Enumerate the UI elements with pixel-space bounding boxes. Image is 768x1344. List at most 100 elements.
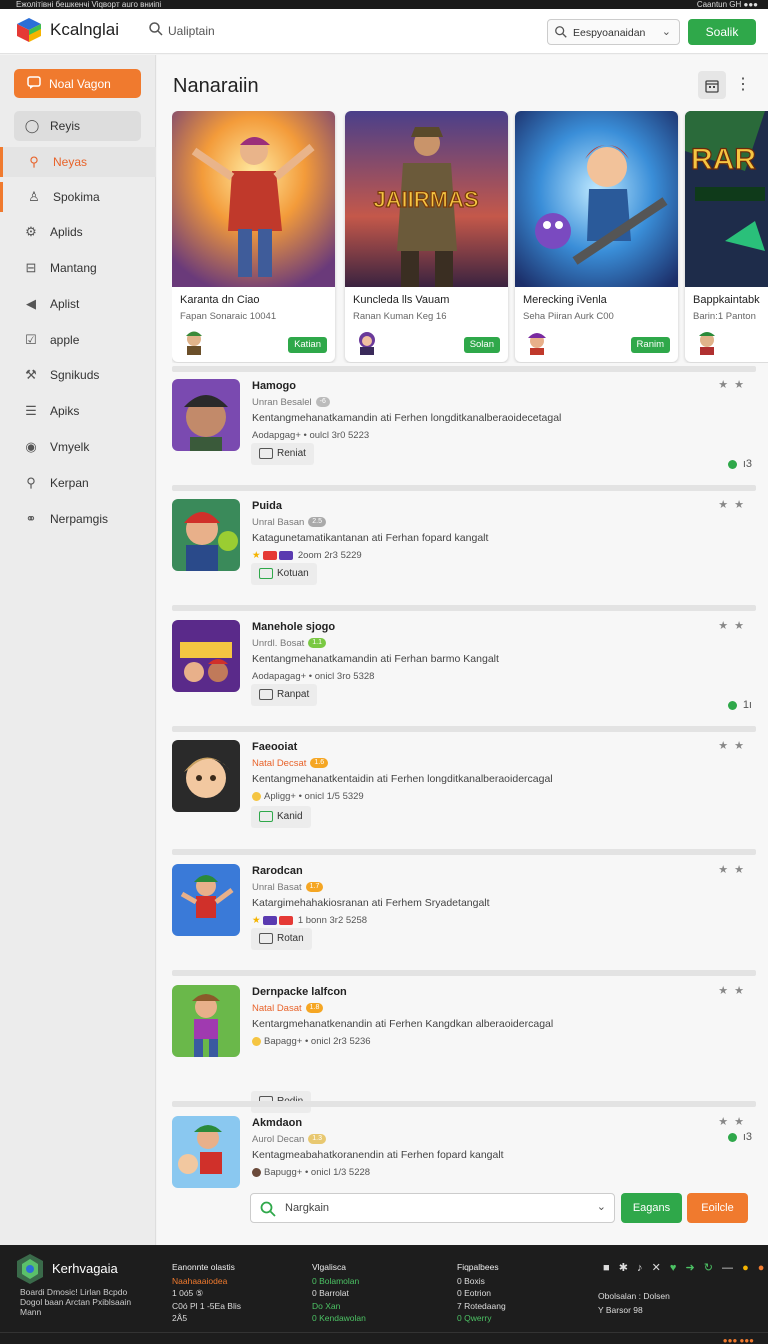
footer-link[interactable]: 0 Bolamolan bbox=[312, 1275, 366, 1288]
coin-icon bbox=[252, 791, 261, 801]
game-action-button[interactable]: Kotuan bbox=[251, 563, 317, 585]
cross-icon[interactable]: ✕ bbox=[652, 1261, 661, 1274]
favorite-icons[interactable]: ★★ bbox=[718, 619, 750, 632]
game-stats: Apligg+ • onicl 1/5 5329 bbox=[252, 791, 364, 802]
sidebar-item-apple[interactable]: ☑ apple bbox=[0, 325, 156, 355]
game-art-image: RAR bbox=[685, 111, 768, 287]
game-list-item[interactable]: Manehole sjogo Unrdl. Bosat 1.1 Kentangme… bbox=[172, 616, 756, 726]
search-icon bbox=[260, 1201, 276, 1217]
sidebar-item-kerpan[interactable]: ⚲ Kerpan bbox=[0, 468, 156, 498]
calendar-button[interactable] bbox=[698, 71, 726, 99]
game-list-item[interactable]: Faeooiat Natal Decsat 1.6 Kentangmehanatk… bbox=[172, 736, 756, 846]
game-list-item[interactable]: Rarodcan Unral Basat 1.7 Katargimehahakio… bbox=[172, 860, 756, 970]
divider bbox=[172, 605, 756, 611]
bottom-primary-button[interactable]: Eagans bbox=[621, 1193, 682, 1223]
sidebar-item-aplids[interactable]: ⚙ Aplids bbox=[0, 217, 156, 247]
game-action-button[interactable]: Kanid bbox=[251, 806, 311, 828]
app-logo-icon[interactable] bbox=[16, 17, 42, 43]
divider bbox=[172, 1101, 756, 1107]
card-subtitle: Ranan Kuman Keg 16 bbox=[353, 311, 447, 322]
star-icon[interactable]: ✱ bbox=[619, 1261, 628, 1274]
sidebar-item-reyis[interactable]: ◯ Reyis bbox=[14, 111, 141, 141]
bottom-search-input[interactable]: Nargkain ⌄ bbox=[250, 1193, 615, 1223]
game-action-button[interactable]: Rotan bbox=[251, 928, 312, 950]
favorite-icons[interactable]: ★★ bbox=[718, 378, 750, 391]
footer-description: Boardi Dmosic! Lirlan Bcpdo Dogol baan A… bbox=[20, 1287, 132, 1317]
game-list-item[interactable]: Hamogo Unran Besalel -6 Kentangmehanatkam… bbox=[172, 375, 756, 485]
sidebar-item-apiks[interactable]: ☰ Apiks bbox=[0, 396, 156, 426]
sidebar-item-label: Kerpan bbox=[50, 476, 89, 490]
status-dot-icon bbox=[727, 700, 737, 710]
footer-link[interactable]: 1 0ó5 ⑤ bbox=[172, 1287, 241, 1300]
card-art-title: JAIIRMAS bbox=[373, 187, 478, 212]
game-meta: Natal Decsat 1.6 bbox=[252, 758, 329, 769]
footer-brand: Kerhvagaia bbox=[52, 1261, 118, 1276]
sidebar-item-aplist[interactable]: ◀ Aplist bbox=[0, 289, 156, 319]
footer-link[interactable]: 7 Rotedaang bbox=[457, 1300, 506, 1313]
favorite-icons[interactable]: ★★ bbox=[718, 739, 750, 752]
search-input[interactable]: Ualiptain bbox=[146, 19, 366, 43]
dash-icon[interactable]: — bbox=[722, 1262, 733, 1274]
sidebar-primary-button[interactable]: Noal Vagon bbox=[14, 69, 141, 98]
app-brand[interactable]: Kcalnglai bbox=[50, 20, 119, 40]
game-thumbnail bbox=[172, 1116, 240, 1188]
favorite-icons[interactable]: ★★ bbox=[718, 984, 750, 997]
footer-link[interactable]: 0 Boxis bbox=[457, 1275, 506, 1288]
card-action-button[interactable]: Ranim bbox=[630, 337, 670, 353]
more-options-icon[interactable]: ⋮ bbox=[735, 71, 751, 99]
badge-icon bbox=[263, 550, 278, 560]
heart-icon[interactable]: ♥ bbox=[670, 1262, 677, 1274]
game-meta: Unral Basan 2.5 bbox=[252, 517, 327, 528]
game-action-button[interactable]: Ranpat bbox=[251, 684, 318, 706]
person-icon: ♙ bbox=[28, 189, 40, 204]
game-name: Rarodcan bbox=[252, 865, 303, 877]
sidebar-item-mantang[interactable]: ⊟ Mantang bbox=[0, 253, 156, 283]
refresh-icon[interactable]: ↻ bbox=[704, 1261, 713, 1274]
footer-link[interactable]: Naahaaaiodea bbox=[172, 1275, 241, 1288]
footer-link[interactable]: 0 Qwerry bbox=[457, 1312, 506, 1325]
chat-icon[interactable]: ■ bbox=[603, 1262, 610, 1274]
footer-link[interactable]: 0 Kendawolan bbox=[312, 1312, 366, 1325]
share-icon[interactable]: ı3 bbox=[743, 458, 752, 470]
favorite-icons[interactable]: ★★ bbox=[718, 1115, 750, 1128]
favorite-icons[interactable]: ★★ bbox=[718, 498, 750, 511]
rating-badge: 1.3 bbox=[308, 1134, 327, 1145]
header-action-button[interactable]: Soalik bbox=[688, 19, 756, 45]
footer-link[interactable]: 0 Barrolat bbox=[312, 1287, 366, 1300]
favorite-icons[interactable]: ★★ bbox=[718, 863, 750, 876]
featured-card[interactable]: JAIIRMAS Kuncleda lls Vauam Ranan Kuman … bbox=[345, 111, 508, 362]
featured-card[interactable]: Karanta dn Ciao Fapan Sonaraic 10041 Kat… bbox=[172, 111, 335, 362]
featured-card[interactable]: RAR Bappkaintabk Barin:1 Panton bbox=[685, 111, 768, 362]
footer-link[interactable]: C0ó Pl 1 -5Ea Blis bbox=[172, 1300, 241, 1313]
game-name: Akmdaon bbox=[252, 1117, 303, 1129]
game-list-item[interactable]: Dernpacke lalfcon Natal Dasat 1.8 Kentarg… bbox=[172, 981, 756, 1143]
card-action-button[interactable]: Solan bbox=[463, 337, 500, 353]
footer-link[interactable]: Do Xan bbox=[312, 1300, 366, 1313]
arrow-icon[interactable]: ➜ bbox=[685, 1261, 694, 1274]
region-select[interactable]: Eespyoanaidan ⌄ bbox=[547, 19, 680, 45]
bottom-secondary-button[interactable]: Eoilcle bbox=[687, 1193, 748, 1223]
sidebar-item-spokima[interactable]: ♙ Spokima bbox=[0, 182, 156, 212]
footer: Kerhvagaia Boardi Dmosic! Lirlan Bcpdo D… bbox=[0, 1245, 768, 1344]
game-action-button[interactable]: Reniat bbox=[251, 443, 314, 465]
sidebar-item-sgnikuds[interactable]: ⚒ Sgnikuds bbox=[0, 360, 156, 390]
search-icon: ⚲ bbox=[29, 154, 39, 169]
game-art-image bbox=[172, 111, 335, 287]
game-publisher: Unran Besalel bbox=[252, 397, 312, 408]
bird-icon[interactable]: ♪ bbox=[637, 1262, 643, 1274]
alert-icon[interactable]: ● bbox=[758, 1262, 765, 1274]
share-icon[interactable]: 1ı bbox=[743, 699, 752, 711]
sidebar-item-nerpamgis[interactable]: ⚭ Nerpamgis bbox=[0, 504, 156, 534]
sidebar-item-neyas[interactable]: ⚲ Neyas bbox=[0, 147, 156, 177]
featured-card[interactable]: Merecking iVenla Seha Piiran Aurk C00 Ra… bbox=[515, 111, 678, 362]
game-list-item[interactable]: Puida Unral Basan 2.5 Katagunetamatikanta… bbox=[172, 495, 756, 605]
user-icon bbox=[252, 1167, 261, 1177]
game-name: Puida bbox=[252, 500, 282, 512]
card-action-button[interactable]: Katian bbox=[288, 337, 327, 353]
footer-link[interactable]: 0 Eotrion bbox=[457, 1287, 506, 1300]
chevron-down-icon: ⌄ bbox=[661, 26, 671, 38]
footer-link[interactable]: 2Å5 bbox=[172, 1312, 241, 1325]
info-icon[interactable]: ● bbox=[742, 1262, 749, 1274]
sidebar-item-vmyelk[interactable]: ◉ Vmyelk bbox=[0, 432, 156, 462]
gear-icon: ⚙ bbox=[25, 224, 37, 239]
